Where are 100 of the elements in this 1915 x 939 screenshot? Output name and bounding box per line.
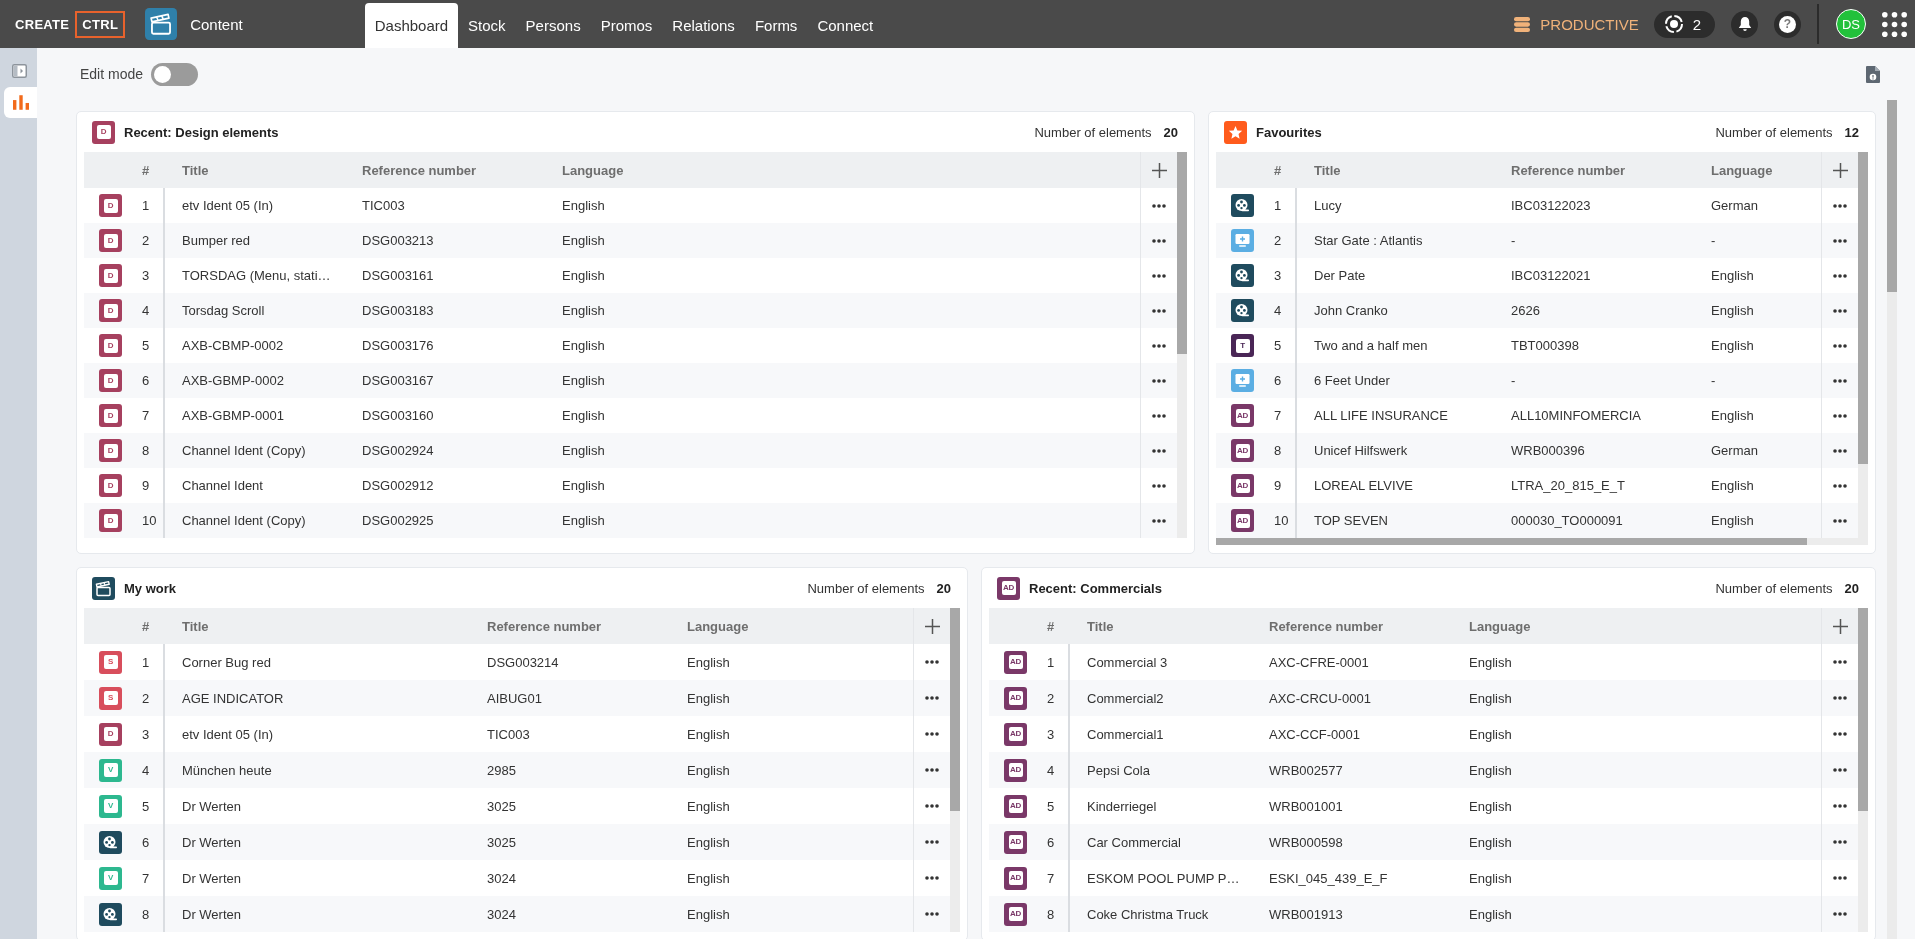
more-icon[interactable]: [1833, 840, 1847, 844]
nav-tab[interactable]: Forms: [744, 3, 808, 48]
nav-tab[interactable]: Promos: [590, 3, 663, 48]
more-icon[interactable]: [1833, 660, 1847, 664]
nav-tab[interactable]: Dashboard: [364, 3, 459, 48]
more-icon[interactable]: [1833, 413, 1847, 418]
more-icon[interactable]: [925, 696, 939, 700]
more-icon[interactable]: [925, 912, 939, 916]
type-badge: D: [99, 509, 122, 532]
nav-tab[interactable]: Persons: [515, 3, 591, 48]
table-row[interactable]: V 4 München heute 2985 English: [84, 752, 950, 788]
column-header: Title: [182, 162, 209, 178]
more-icon[interactable]: [1833, 448, 1847, 453]
more-icon[interactable]: [1152, 203, 1166, 208]
table-row[interactable]: AD 4 Pepsi Cola WRB002577 English: [989, 752, 1858, 788]
table-row[interactable]: 2 Star Gate : Atlantis - -: [1216, 223, 1858, 258]
scrollbar-thumb[interactable]: [950, 608, 960, 811]
more-icon[interactable]: [1833, 912, 1847, 916]
table-row[interactable]: 8 Dr Werten 3024 English: [84, 896, 950, 932]
more-icon[interactable]: [1152, 343, 1166, 348]
table-row[interactable]: 6 Dr Werten 3025 English: [84, 824, 950, 860]
more-icon[interactable]: [1833, 483, 1847, 488]
more-icon[interactable]: [925, 804, 939, 808]
more-icon[interactable]: [925, 732, 939, 736]
more-icon[interactable]: [1152, 448, 1166, 453]
more-icon[interactable]: [1152, 483, 1166, 488]
help-button[interactable]: ?: [1774, 10, 1801, 38]
more-icon[interactable]: [1833, 518, 1847, 523]
nav-tab[interactable]: Connect: [807, 3, 884, 48]
sidebar-toggle-icon[interactable]: [12, 64, 27, 78]
more-icon[interactable]: [1152, 238, 1166, 243]
more-icon[interactable]: [1152, 518, 1166, 523]
more-icon[interactable]: [1833, 308, 1847, 313]
table-row[interactable]: S 2 AGE INDICATOR AIBUG01 English: [84, 680, 950, 716]
count-value: 20: [936, 580, 951, 596]
scrollbar-track[interactable]: [1858, 608, 1868, 932]
more-icon[interactable]: [1152, 413, 1166, 418]
more-icon[interactable]: [1833, 768, 1847, 772]
table-row[interactable]: D 8 Channel Ident (Copy) DSG002924 English: [84, 433, 1177, 468]
table-row[interactable]: AD 8 Coke Christma Truck WRB001913 English: [989, 896, 1858, 932]
table-row[interactable]: AD 6 Car Commercial WRB000598 English: [989, 824, 1858, 860]
table-row[interactable]: 4 John Cranko 2626 English: [1216, 293, 1858, 328]
more-icon[interactable]: [1833, 804, 1847, 808]
grid-icon[interactable]: [1882, 11, 1907, 37]
scrollbar-track[interactable]: [1887, 100, 1897, 939]
scrollbar-track[interactable]: [950, 608, 960, 932]
more-icon[interactable]: [1833, 343, 1847, 348]
plus-icon[interactable]: [1151, 162, 1167, 178]
nav-tab[interactable]: Stock: [458, 3, 516, 48]
module-button[interactable]: Content: [145, 8, 243, 40]
table-row[interactable]: D 4 Torsdag Scroll DSG003183 English: [84, 293, 1177, 328]
tasks-button[interactable]: 2: [1653, 10, 1715, 38]
language-name: English: [687, 726, 730, 742]
more-icon[interactable]: [1833, 876, 1847, 880]
plus-icon[interactable]: [924, 618, 940, 634]
table-row[interactable]: AD 2 Commercial2 AXC-CRCU-0001 English: [989, 680, 1858, 716]
item-title: Star Gate : Atlantis: [1314, 233, 1423, 248]
scrollbar-thumb[interactable]: [1177, 152, 1187, 354]
scrollbar-thumb[interactable]: [1887, 100, 1897, 292]
item-title: ESKOM POOL PUMP P…: [1087, 870, 1240, 886]
plus-icon[interactable]: [1832, 162, 1848, 178]
more-icon[interactable]: [1833, 238, 1847, 243]
type-badge: AD: [1004, 722, 1027, 746]
more-icon[interactable]: [925, 876, 939, 880]
column-header: Language: [1469, 618, 1531, 634]
table-row[interactable]: 6 6 Feet Under - -: [1216, 363, 1858, 398]
reference-number: 2626: [1511, 303, 1540, 318]
language-name: English: [1469, 870, 1512, 886]
reference-number: DSG003176: [362, 338, 434, 353]
table-row[interactable]: D 6 AXB-GBMP-0002 DSG003167 English: [84, 363, 1177, 398]
table-row[interactable]: D 2 Bumper red DSG003213 English: [84, 223, 1177, 258]
plus-icon[interactable]: [1832, 618, 1848, 634]
edit-mode-toggle[interactable]: [151, 62, 199, 86]
scrollbar-track[interactable]: [1177, 152, 1187, 538]
more-icon[interactable]: [1833, 378, 1847, 383]
table-row[interactable]: AD 8 Unicef Hilfswerk WRB000396 German: [1216, 433, 1858, 468]
more-icon[interactable]: [1152, 308, 1166, 313]
scrollbar-thumb[interactable]: [1858, 608, 1868, 811]
more-icon[interactable]: [1833, 203, 1847, 208]
more-icon[interactable]: [925, 840, 939, 844]
table-row[interactable]: AD 10 TOP SEVEN 000030_TO000091 English: [1216, 503, 1858, 538]
more-icon[interactable]: [925, 660, 939, 664]
more-icon[interactable]: [925, 768, 939, 772]
scrollbar-track[interactable]: [1858, 152, 1868, 545]
item-title: Lucy: [1314, 198, 1342, 213]
more-icon[interactable]: [1833, 696, 1847, 700]
more-icon[interactable]: [1833, 273, 1847, 278]
nav-tab[interactable]: Relations: [662, 3, 745, 48]
reference-number: 3024: [487, 906, 516, 922]
more-icon[interactable]: [1833, 732, 1847, 736]
column-header: Language: [562, 162, 624, 178]
scrollbar-thumb[interactable]: [1858, 152, 1868, 464]
document-icon[interactable]: [1866, 65, 1880, 83]
column-header: #: [142, 618, 150, 634]
more-icon[interactable]: [1152, 378, 1166, 383]
more-icon[interactable]: [1152, 273, 1166, 278]
reference-number: TIC003: [362, 198, 405, 213]
sidebar-item[interactable]: [4, 87, 37, 118]
notifications-button[interactable]: [1731, 10, 1758, 38]
table-row[interactable]: D 10 Channel Ident (Copy) DSG002925 English: [84, 503, 1177, 538]
